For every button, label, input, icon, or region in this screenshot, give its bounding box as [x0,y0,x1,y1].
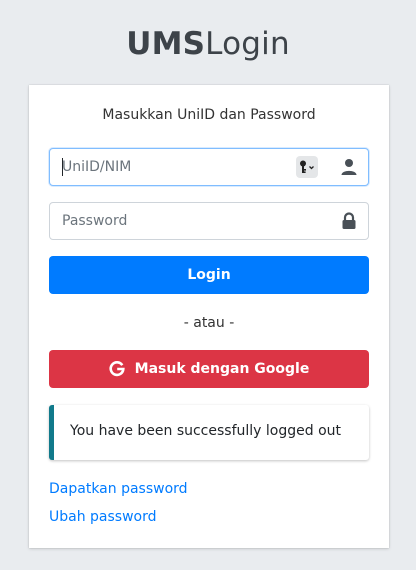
text-caret [62,158,63,176]
username-input[interactable] [50,149,304,185]
or-separator: - atau - [183,315,235,331]
password-group [49,202,369,240]
alert-text: You have been successfully logged out [70,423,342,439]
login-card: Masukkan UniID dan Password Login - atau… [29,85,389,548]
key-icon [300,160,314,173]
app-logo: UMSLogin [0,26,416,62]
logo-light: Login [205,26,290,62]
google-login-label: Masuk dengan Google [134,361,310,377]
change-password-link[interactable]: Ubah password [49,509,157,525]
username-group [49,148,369,186]
user-icon [341,159,357,175]
google-icon [109,361,125,377]
password-input[interactable] [50,203,304,239]
lock-icon [342,212,356,229]
logout-alert: You have been successfully logged out [49,405,369,460]
password-manager-button[interactable] [296,156,318,178]
logo-bold: UMS [126,26,206,62]
google-login-button[interactable]: Masuk dengan Google [49,350,369,388]
get-password-link[interactable]: Dapatkan password [49,481,188,497]
login-button[interactable]: Login [49,256,369,294]
login-message: Masukkan UniID dan Password [102,107,316,123]
